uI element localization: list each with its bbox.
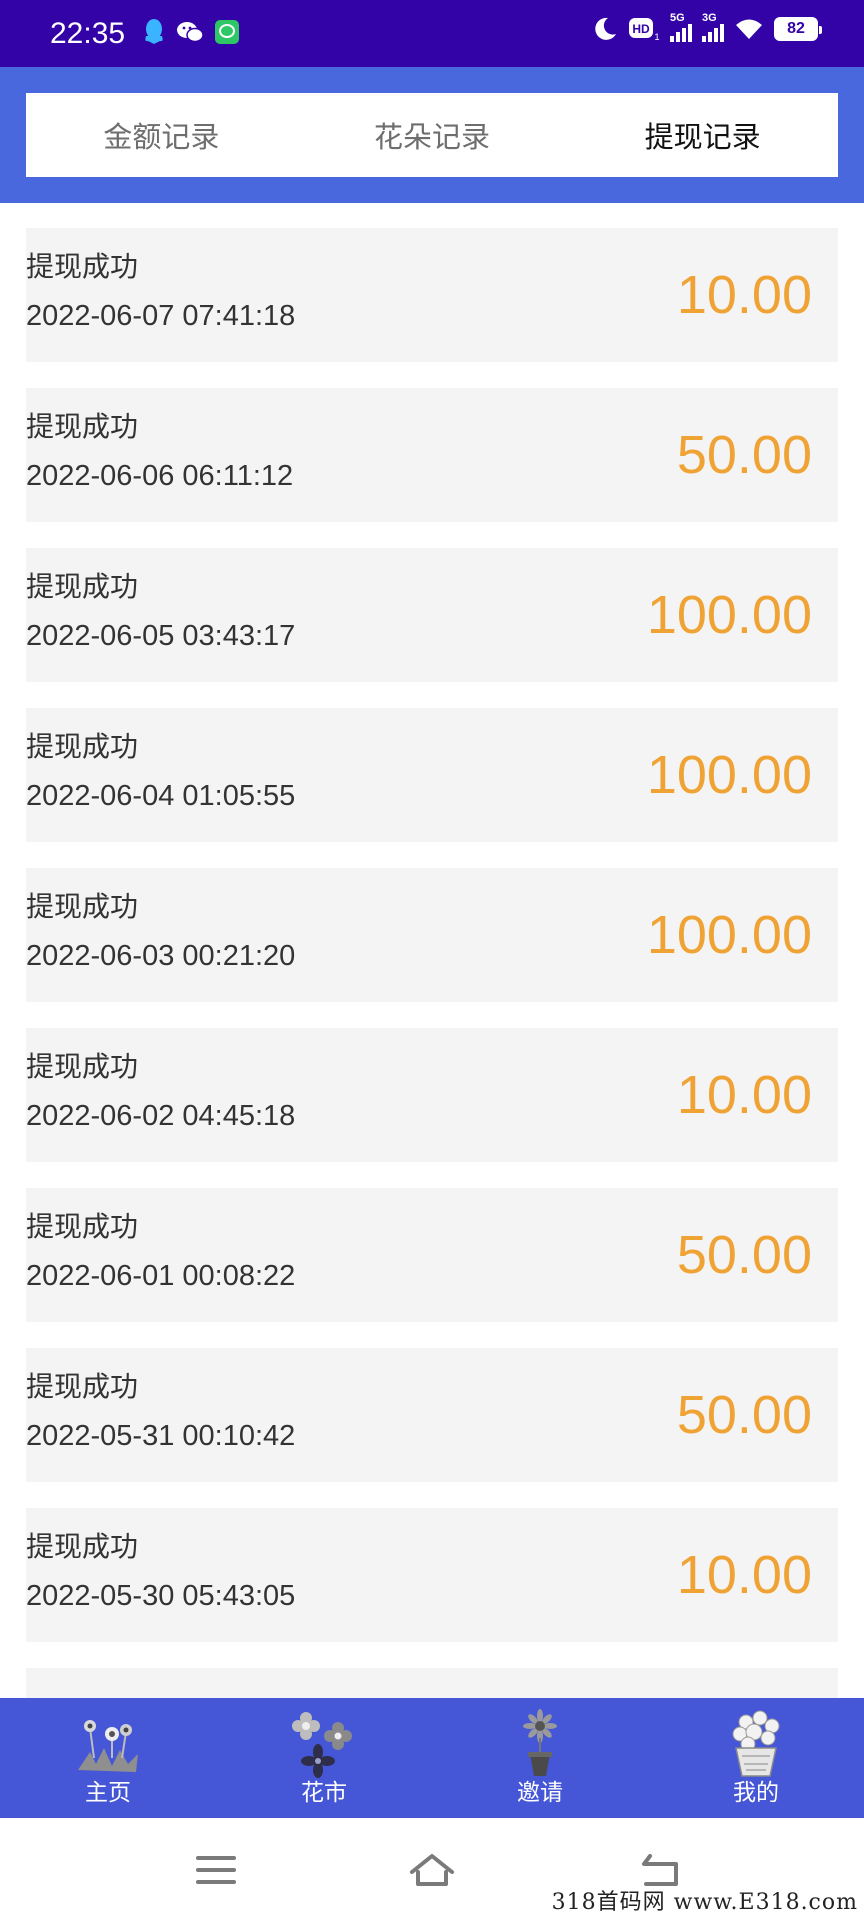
list-item[interactable]: 提现成功 2022-06-06 06:11:12 50.00 bbox=[26, 388, 838, 522]
record-amount: 100.00 bbox=[646, 745, 812, 805]
record-status: 提现成功 bbox=[26, 1210, 139, 1243]
record-date: 2022-05-31 00:10:42 bbox=[26, 1420, 296, 1452]
nav-mine[interactable]: 我的 bbox=[648, 1698, 864, 1818]
notification-icons bbox=[142, 18, 240, 46]
home-icon[interactable] bbox=[408, 1848, 456, 1892]
status-time: 22:35 bbox=[50, 17, 126, 50]
list-item[interactable]: 提现成功 2022-06-03 00:21:20 100.00 bbox=[26, 868, 838, 1002]
record-amount: 50.00 bbox=[676, 1225, 812, 1285]
network-3g-label: 3G bbox=[702, 12, 717, 24]
flowers-grass-icon bbox=[78, 1720, 138, 1772]
withdrawal-list: 提现成功 2022-06-07 07:41:18 10.00 提现成功 2022… bbox=[26, 228, 838, 1828]
tab-withdrawal-records[interactable]: 提现记录 bbox=[567, 93, 838, 177]
nav-label: 我的 bbox=[733, 1780, 779, 1806]
record-status: 提现成功 bbox=[26, 1050, 139, 1083]
system-nav-bar: 318首码网 www.E318.com bbox=[0, 1818, 864, 1920]
list-item[interactable]: 提现成功 2022-05-31 00:10:42 50.00 bbox=[26, 1348, 838, 1482]
screen: 22:35 HD 1 5G 3G 82 金额记录 花朵记录 提现记录 提现成功 … bbox=[0, 0, 864, 1920]
moon-icon bbox=[595, 17, 616, 40]
bottom-nav: 主页 花市 邀请 我的 bbox=[0, 1698, 864, 1818]
watermark: 318首码网 www.E318.com bbox=[551, 1890, 858, 1915]
potted-flower-icon bbox=[523, 1709, 557, 1776]
record-status: 提现成功 bbox=[26, 410, 139, 443]
record-status: 提现成功 bbox=[26, 890, 139, 923]
status-right: HD 1 5G 3G 82 bbox=[592, 12, 822, 42]
record-tabs: 金额记录 花朵记录 提现记录 bbox=[26, 93, 838, 177]
record-date: 2022-05-30 05:43:05 bbox=[26, 1580, 296, 1612]
record-amount: 50.00 bbox=[676, 1385, 812, 1445]
message-icon bbox=[215, 20, 239, 44]
nav-label: 花市 bbox=[301, 1780, 347, 1806]
record-date: 2022-06-07 07:41:18 bbox=[26, 300, 296, 332]
tab-flower-records[interactable]: 花朵记录 bbox=[297, 93, 568, 177]
record-status: 提现成功 bbox=[26, 730, 139, 763]
nav-label: 邀请 bbox=[517, 1780, 563, 1806]
record-date: 2022-06-05 03:43:17 bbox=[26, 620, 296, 652]
wechat-icon bbox=[177, 22, 204, 43]
list-item[interactable]: 提现成功 2022-06-01 00:08:22 50.00 bbox=[26, 1188, 838, 1322]
svg-text:HD: HD bbox=[632, 22, 650, 36]
list-item[interactable]: 提现成功 2022-05-30 05:43:05 10.00 bbox=[26, 1508, 838, 1642]
record-amount: 100.00 bbox=[646, 585, 812, 645]
network-5g-label: 5G bbox=[670, 12, 685, 24]
list-item[interactable]: 提现成功 2022-06-05 03:43:17 100.00 bbox=[26, 548, 838, 682]
svg-text:1: 1 bbox=[654, 32, 659, 42]
list-item[interactable]: 提现成功 2022-06-04 01:05:55 100.00 bbox=[26, 708, 838, 842]
nav-label: 主页 bbox=[85, 1780, 131, 1806]
qq-icon bbox=[145, 19, 163, 44]
record-status: 提现成功 bbox=[26, 570, 139, 603]
record-date: 2022-06-01 00:08:22 bbox=[26, 1260, 296, 1292]
nav-invite[interactable]: 邀请 bbox=[432, 1698, 648, 1818]
signal-5g-icon: 5G bbox=[670, 12, 692, 42]
record-status: 提现成功 bbox=[26, 1370, 139, 1403]
hd-icon: HD 1 bbox=[629, 18, 660, 42]
list-item[interactable]: 提现成功 2022-06-02 04:45:18 10.00 bbox=[26, 1028, 838, 1162]
record-amount: 100.00 bbox=[646, 905, 812, 965]
signal-3g-icon: 3G bbox=[702, 12, 724, 42]
record-amount: 10.00 bbox=[676, 265, 812, 325]
tab-amount-records[interactable]: 金额记录 bbox=[26, 93, 297, 177]
battery-icon: 82 bbox=[774, 17, 822, 41]
record-status: 提现成功 bbox=[26, 250, 139, 283]
record-date: 2022-06-02 04:45:18 bbox=[26, 1100, 296, 1132]
flower-basket-icon bbox=[732, 1710, 780, 1777]
record-amount: 10.00 bbox=[676, 1065, 812, 1125]
nav-home[interactable]: 主页 bbox=[0, 1698, 216, 1818]
header-bar: 金额记录 花朵记录 提现记录 bbox=[0, 67, 864, 203]
record-date: 2022-06-06 06:11:12 bbox=[26, 460, 294, 492]
wifi-icon bbox=[736, 19, 762, 39]
list-item[interactable]: 提现成功 2022-06-07 07:41:18 10.00 bbox=[26, 228, 838, 362]
record-date: 2022-06-04 01:05:55 bbox=[26, 780, 296, 812]
record-amount: 10.00 bbox=[676, 1545, 812, 1605]
nav-flower-market[interactable]: 花市 bbox=[216, 1698, 432, 1818]
record-status: 提现成功 bbox=[26, 1530, 139, 1563]
flower-market-icon bbox=[292, 1712, 352, 1778]
record-amount: 50.00 bbox=[676, 425, 812, 485]
record-date: 2022-06-03 00:21:20 bbox=[26, 940, 296, 972]
menu-icon[interactable] bbox=[192, 1848, 240, 1892]
status-bar: 22:35 HD 1 5G 3G 82 bbox=[0, 0, 864, 67]
